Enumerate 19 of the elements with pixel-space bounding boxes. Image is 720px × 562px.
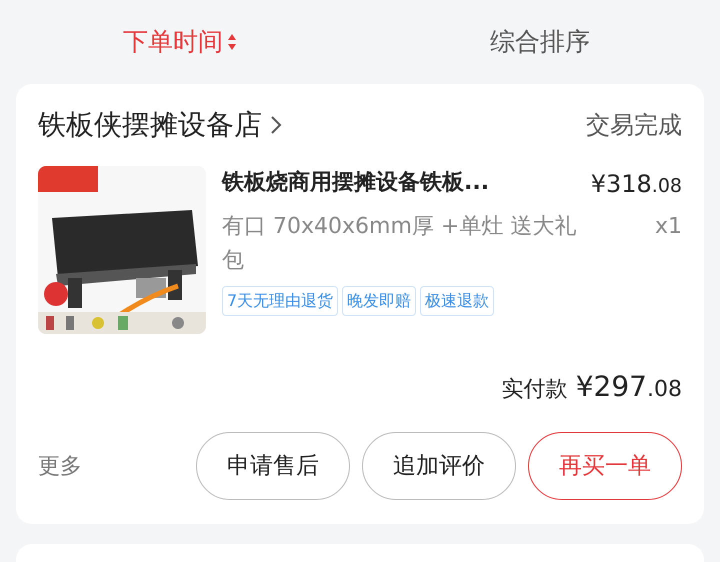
sort-icon (227, 32, 237, 52)
store-name[interactable]: 铁板侠摆摊设备店 (38, 104, 262, 146)
service-tag: 极速退款 (420, 286, 494, 316)
service-tag: 晚发即赔 (342, 286, 416, 316)
more-link[interactable]: 更多 (38, 450, 82, 482)
quantity: x1 (654, 213, 682, 241)
service-tag: 7天无理由退货 (222, 286, 338, 316)
action-button[interactable]: 追加评价 (362, 432, 516, 500)
action-button[interactable]: 申请售后 (196, 432, 350, 500)
order-status: 交易完成 (586, 110, 682, 141)
product-spec: 有口 70x40x6mm厚 +单灶 送大礼包 (222, 213, 578, 275)
sort-tab[interactable]: 下单时间 (0, 23, 360, 61)
sort-tab[interactable]: 综合排序 (360, 23, 720, 61)
chevron-right-icon (270, 115, 282, 135)
total-amount: ¥297.08 (576, 369, 682, 405)
total-label: 实付款 (502, 376, 568, 404)
product-title[interactable]: 铁板烧商用摆摊设备铁板... (222, 166, 490, 199)
product-price: ¥318.08 (590, 169, 682, 200)
action-button[interactable]: 再买一单 (528, 432, 682, 500)
